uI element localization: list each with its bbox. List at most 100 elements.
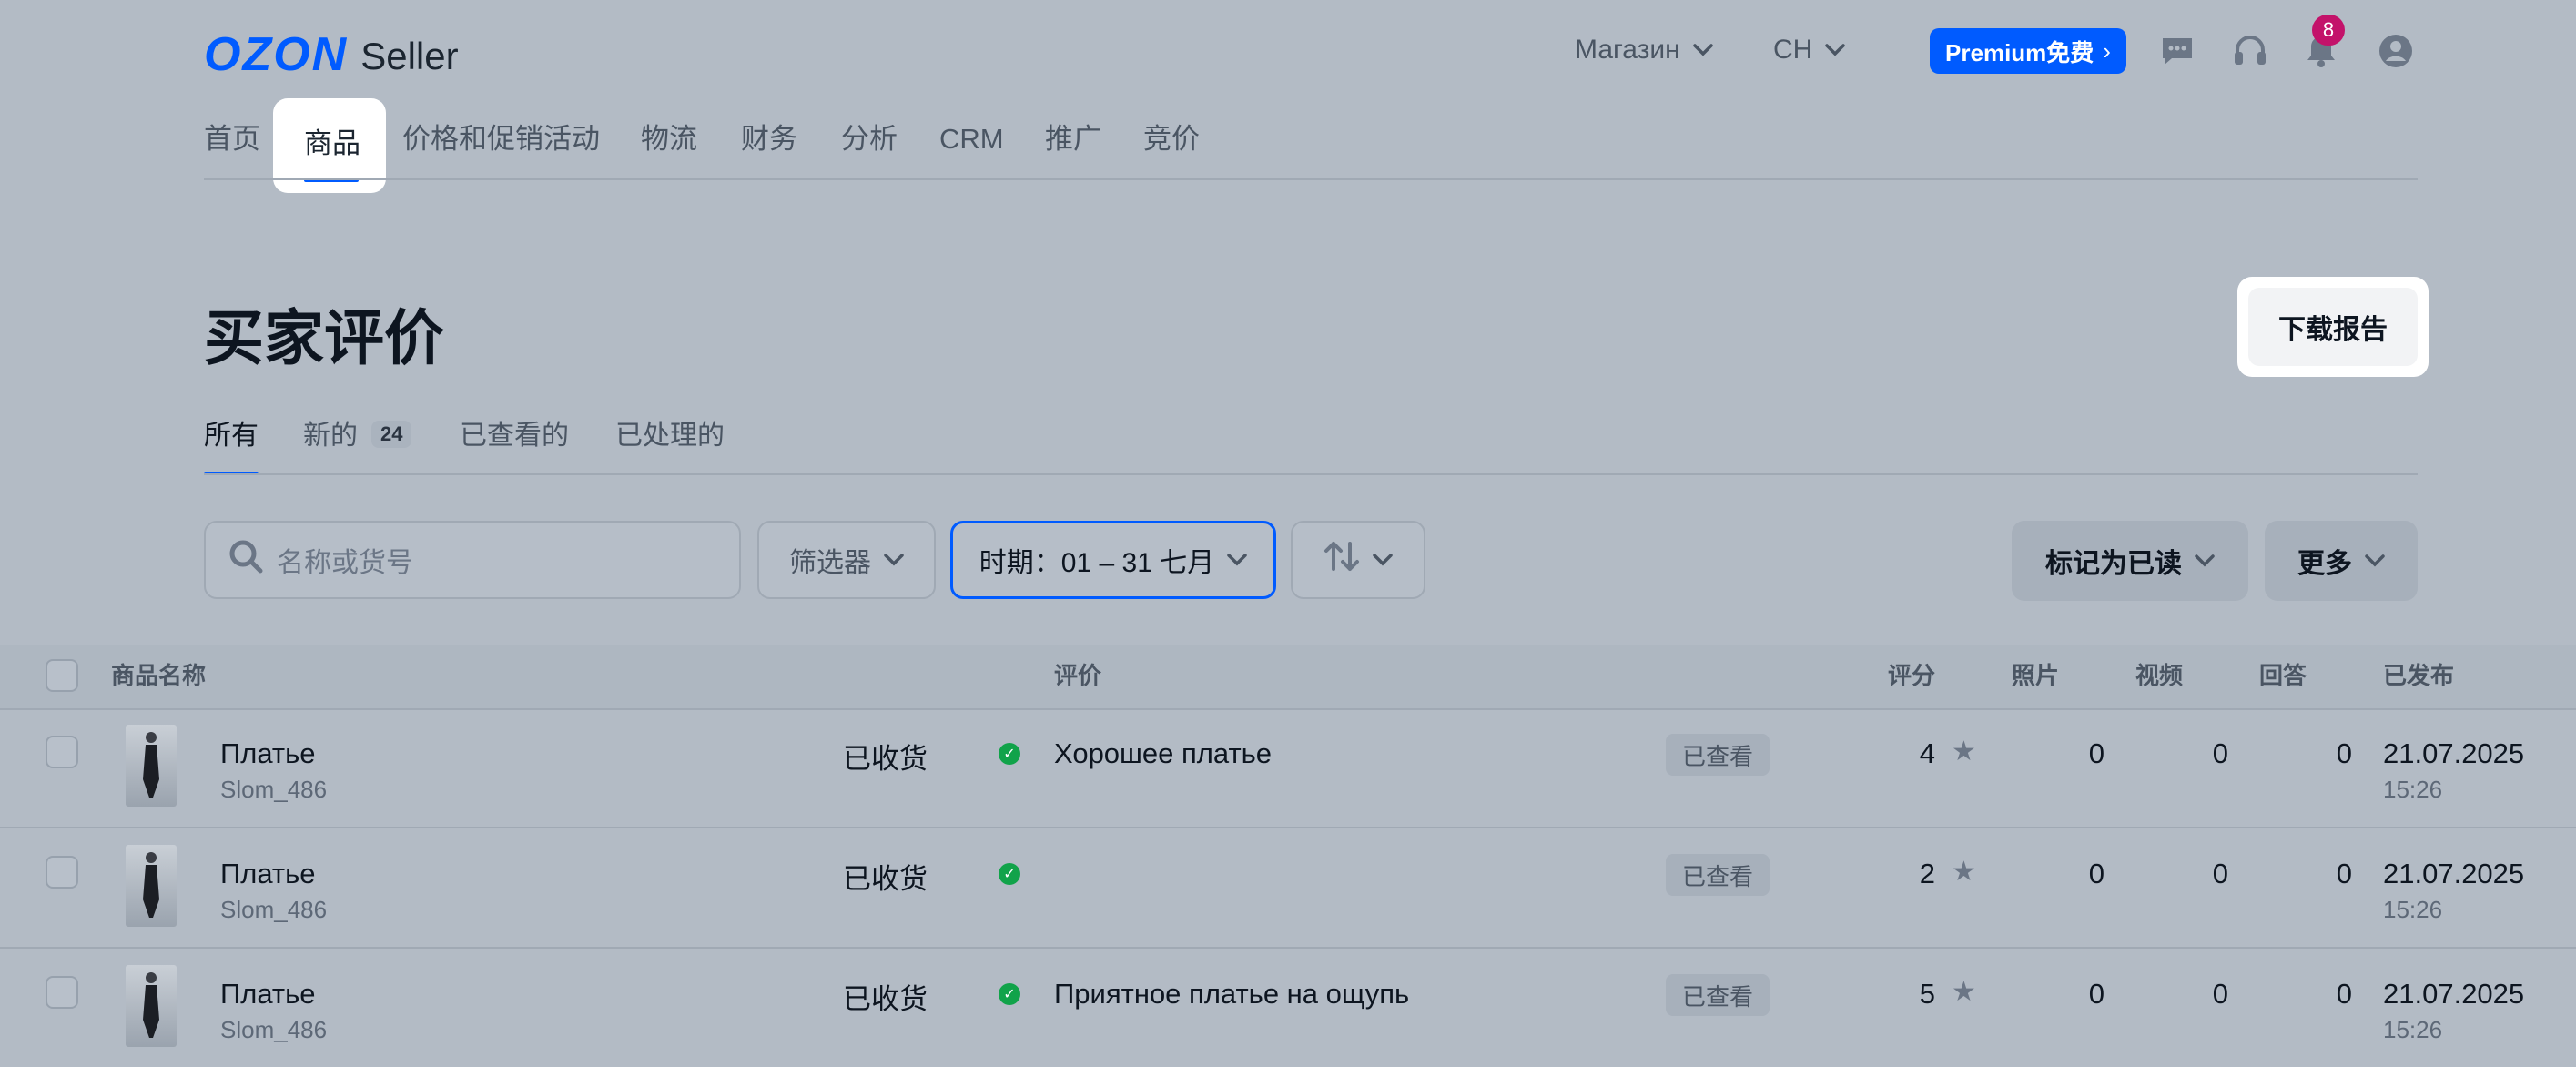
nav-item-home[interactable]: 首页 xyxy=(204,117,260,162)
nav-item-promotion[interactable]: 推广 xyxy=(1045,117,1101,162)
notification-count-badge: 8 xyxy=(2312,15,2345,46)
period-dropdown[interactable]: 时期：01 – 31 七月 xyxy=(950,521,1276,599)
column-header-replies[interactable]: 回答 xyxy=(2259,657,2307,691)
star-icon: ★ xyxy=(1952,737,1976,767)
column-header-product[interactable]: 商品名称 xyxy=(111,657,206,691)
table-row[interactable] xyxy=(0,708,2576,827)
nav-divider xyxy=(204,178,2418,180)
chat-icon[interactable] xyxy=(2157,31,2197,71)
store-dropdown[interactable]: Магазин xyxy=(1575,27,1713,73)
tab-new[interactable]: 新的 xyxy=(303,413,358,459)
videos-count: 0 xyxy=(2212,978,2228,1010)
nav-item-crm[interactable]: CRM xyxy=(939,117,1004,162)
column-header-review[interactable]: 评价 xyxy=(1054,657,1101,691)
replies-count: 0 xyxy=(2336,978,2352,1010)
product-sku: Slom_486 xyxy=(220,776,328,803)
review-state-badge: 已查看 xyxy=(1666,854,1770,896)
chevron-right-icon: › xyxy=(2103,36,2111,65)
row-checkbox[interactable] xyxy=(46,736,78,768)
search-placeholder: 名称或货号 xyxy=(277,548,413,578)
nav-item-finance[interactable]: 财务 xyxy=(741,117,797,162)
published-date: 21.07.2025 xyxy=(2383,858,2525,889)
review-state-badge: 已查看 xyxy=(1666,734,1770,776)
tab-all[interactable]: 所有 xyxy=(204,413,259,459)
column-header-videos[interactable]: 视频 xyxy=(2135,657,2183,691)
replies-count: 0 xyxy=(2336,737,2352,769)
language-dropdown[interactable]: CH xyxy=(1773,27,1846,73)
tabs-divider xyxy=(204,473,2418,475)
star-icon: ★ xyxy=(1952,857,1976,887)
user-icon[interactable] xyxy=(2376,31,2416,71)
page-title: 买家评价 xyxy=(204,304,444,371)
review-text[interactable]: Приятное платье на ощупь xyxy=(1054,978,1409,1011)
row-checkbox[interactable] xyxy=(46,856,78,889)
chevron-down-icon xyxy=(2365,549,2385,573)
column-header-published[interactable]: 已发布 xyxy=(2383,657,2454,691)
nav-item-products-label: 商品 xyxy=(304,127,360,159)
more-dropdown[interactable]: 更多 xyxy=(2265,521,2418,601)
sort-dropdown[interactable] xyxy=(1291,521,1425,599)
tab-new-count-badge: 24 xyxy=(371,421,412,448)
product-thumbnail[interactable] xyxy=(126,725,177,807)
review-text[interactable]: Хорошее платье xyxy=(1054,737,1272,770)
table-row[interactable] xyxy=(0,827,2576,945)
product-sku: Slom_486 xyxy=(220,1016,328,1043)
language-dropdown-label: CH xyxy=(1773,35,1813,65)
product-sku: Slom_486 xyxy=(220,896,328,923)
published-time: 15:26 xyxy=(2383,1016,2443,1043)
check-circle-icon: ✓ xyxy=(999,983,1020,1005)
product-name[interactable]: Платье xyxy=(220,978,316,1011)
logo-product: Seller xyxy=(360,35,459,77)
ozon-seller-logo[interactable]: OZON Seller xyxy=(204,27,459,78)
chevron-down-icon xyxy=(1825,38,1846,62)
nav-item-bidding[interactable]: 竞价 xyxy=(1143,117,1200,162)
star-icon: ★ xyxy=(1952,977,1976,1007)
check-circle-icon: ✓ xyxy=(999,863,1020,885)
product-name[interactable]: Платье xyxy=(220,858,316,890)
sort-icon xyxy=(1323,540,1360,580)
photos-count: 0 xyxy=(2088,737,2104,769)
row-checkbox[interactable] xyxy=(46,976,78,1009)
check-circle-icon: ✓ xyxy=(999,743,1020,765)
chevron-down-icon xyxy=(1692,38,1713,62)
select-all-checkbox[interactable] xyxy=(46,659,78,692)
tab-processed[interactable]: 已处理的 xyxy=(615,413,725,459)
published-date: 21.07.2025 xyxy=(2383,737,2525,769)
download-report-button-highlight[interactable]: 下载报告 xyxy=(2237,277,2429,377)
table-header xyxy=(0,645,2576,708)
photos-count: 0 xyxy=(2088,978,2104,1010)
chevron-down-icon xyxy=(2195,549,2215,573)
photos-count: 0 xyxy=(2088,858,2104,889)
delivery-status: 已收货 xyxy=(843,743,928,775)
replies-count: 0 xyxy=(2336,858,2352,889)
rating-value: 2 xyxy=(1919,858,1935,889)
logo-brand: OZON xyxy=(204,28,349,81)
headset-icon[interactable] xyxy=(2230,31,2270,71)
nav-item-logistics[interactable]: 物流 xyxy=(641,117,697,162)
search-icon xyxy=(228,538,277,582)
filter-dropdown[interactable]: 筛选器 xyxy=(757,521,936,599)
period-label: 时期：01 – 31 七月 xyxy=(979,548,1215,578)
column-header-rating[interactable]: 评分 xyxy=(1888,657,1935,691)
tab-viewed[interactable]: 已查看的 xyxy=(460,413,569,459)
rating-value: 5 xyxy=(1919,978,1935,1010)
nav-item-prices-promotions[interactable]: 价格和促销活动 xyxy=(402,117,600,162)
mark-as-read-label: 标记为已读 xyxy=(2045,549,2182,579)
column-header-photos[interactable]: 照片 xyxy=(2012,657,2059,691)
store-dropdown-label: Магазин xyxy=(1575,35,1680,65)
mark-as-read-dropdown[interactable]: 标记为已读 xyxy=(2012,521,2248,601)
nav-item-analytics[interactable]: 分析 xyxy=(841,117,898,162)
product-name[interactable]: Платье xyxy=(220,737,316,770)
download-report-button[interactable]: 下载报告 xyxy=(2248,288,2418,366)
published-date: 21.07.2025 xyxy=(2383,978,2525,1010)
delivery-status: 已收货 xyxy=(843,863,928,895)
premium-button[interactable]: Premium免费 › xyxy=(1930,28,2126,74)
premium-label: Premium免费 xyxy=(1945,38,2094,66)
rating-value: 4 xyxy=(1919,737,1935,769)
review-state-badge: 已查看 xyxy=(1666,974,1770,1016)
search-input[interactable]: 名称或货号 xyxy=(204,521,741,599)
filter-label: 筛选器 xyxy=(789,548,871,578)
product-thumbnail[interactable] xyxy=(126,965,177,1047)
product-thumbnail[interactable] xyxy=(126,845,177,927)
more-label: 更多 xyxy=(2297,549,2352,579)
